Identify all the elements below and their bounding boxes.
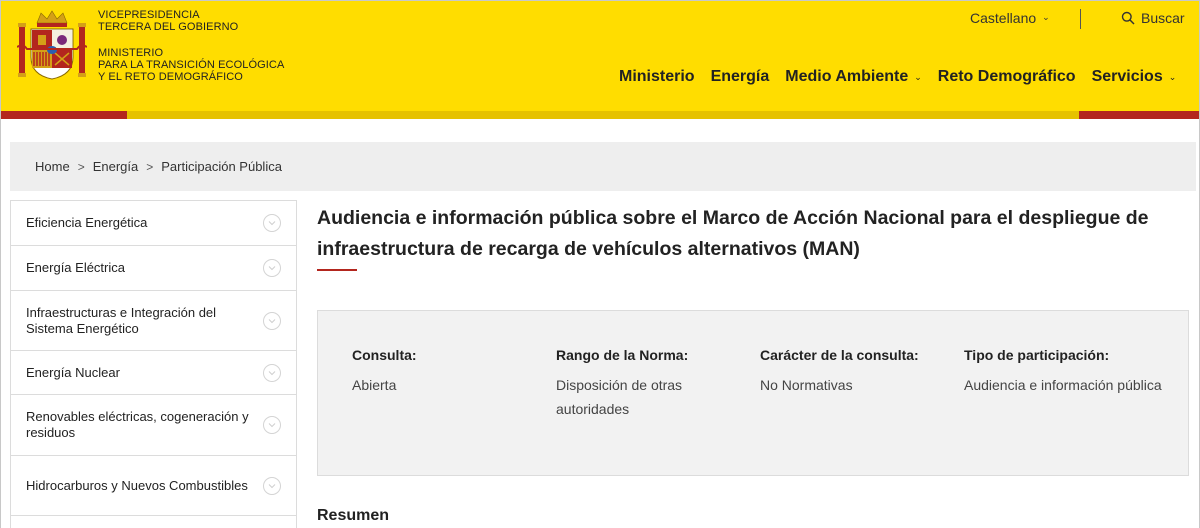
chevron-down-icon[interactable] [263,476,281,495]
accent-red-right [1079,111,1199,119]
sidebar-item-label: Energía Nuclear [26,364,120,380]
nav-item-reto-demografico[interactable]: Reto Demográfico [938,68,1076,86]
consultation-info-box: Consulta: Abierta Rango de la Norma: Dis… [317,310,1189,476]
info-label: Consulta: [352,347,417,363]
title-underline [317,269,357,271]
language-label: Castellano [970,10,1037,26]
search-label: Buscar [1141,10,1185,26]
header-accent-bar [1,111,1199,119]
info-label: Carácter de la consulta: [760,347,919,363]
sidebar-item-label: Hidrocarburos y Nuevos Combustibles [26,477,248,493]
nav-label: Servicios [1091,68,1163,85]
breadcrumb-separator: > [77,159,85,174]
sidebar-item-eficiencia-energetica[interactable]: Eficiencia Energética [11,201,296,246]
nav-item-medio-ambiente[interactable]: Medio Ambiente ⌄ [785,68,922,86]
sidebar-item-label: Infraestructuras e Integración del Siste… [26,304,217,336]
info-field-tipo: Tipo de participación: Audiencia e infor… [964,347,1164,397]
language-selector[interactable]: Castellano ⌄ [970,10,1050,26]
sidebar-item-energia-electrica[interactable]: Energía Eléctrica [11,246,296,291]
chevron-down-icon[interactable] [263,416,281,434]
org-line: Vicepresidencia [98,9,200,21]
breadcrumb-home[interactable]: Home [35,159,70,174]
page-title: Audiencia e información pública sobre el… [317,207,1149,260]
info-label: Tipo de participación: [964,347,1110,363]
sidebar-item-renovables[interactable]: Renovables eléctricas, cogeneración y re… [11,395,296,456]
nav-item-energia[interactable]: Energía [711,68,770,86]
accent-red-left [1,111,127,119]
sidebar-item-label: Energía Eléctrica [26,260,125,275]
search-button[interactable]: Buscar [1121,10,1185,26]
chevron-down-icon: ⌄ [914,71,922,82]
nav-item-ministerio[interactable]: Ministerio [619,68,695,86]
browser-frame: Vicepresidencia Tercera del Gobierno Min… [0,0,1200,528]
nav-label: Medio Ambiente [785,68,909,85]
sidebar-item-energia-nuclear[interactable]: Energía Nuclear [11,351,296,395]
info-field-caracter: Carácter de la consulta: No Normativas [760,347,950,397]
info-field-rango: Rango de la Norma: Disposición de otras … [556,347,716,421]
sidebar-item-hidrocarburos[interactable]: Hidrocarburos y Nuevos Combustibles [11,456,296,516]
sidebar-item-label: Eficiencia Energética [26,215,148,230]
chevron-down-icon[interactable] [263,214,281,232]
main-nav: Ministerio Energía Medio Ambiente ⌄ Reto … [619,68,1176,86]
site-header: Vicepresidencia Tercera del Gobierno Min… [1,1,1199,119]
sidebar-menu: Eficiencia Energética Energía Eléctrica … [10,200,297,528]
info-value: Abierta [352,377,397,393]
org-line: y el Reto Demográfico [98,71,243,83]
sidebar-item-label: Renovables eléctricas, cogeneración y re… [26,409,249,440]
breadcrumb-energia[interactable]: Energía [93,159,139,174]
organization-name[interactable]: Vicepresidencia Tercera del Gobierno Min… [98,9,284,83]
chevron-down-icon: ⌄ [1168,71,1177,82]
breadcrumb-current: Participación Pública [161,159,282,174]
sidebar-item-infraestructuras[interactable]: Infraestructuras e Integración del Siste… [11,291,296,351]
chevron-down-icon[interactable] [263,311,281,330]
breadcrumb: Home > Energía > Participación Pública [10,142,1196,191]
info-field-consulta: Consulta: Abierta [352,347,542,397]
nav-label: Ministerio [619,68,695,85]
info-label: Rango de la Norma: [556,347,689,363]
search-icon [1121,11,1135,25]
nav-item-servicios[interactable]: Servicios ⌄ [1092,68,1177,86]
coat-of-arms-logo[interactable] [17,9,87,83]
info-value: Disposición de otras autoridades [556,377,683,417]
section-heading-resumen: Resumen [317,507,390,524]
chevron-down-icon[interactable] [263,259,281,277]
nav-label: Energía [710,68,770,85]
nav-label: Reto Demográfico [937,68,1076,85]
chevron-down-icon: ⌄ [1042,11,1050,22]
org-line: Tercera del Gobierno [98,21,239,33]
org-line: Ministerio [98,47,164,59]
info-value: No Normativas [760,377,853,393]
chevron-down-icon[interactable] [263,363,281,382]
info-value: Audiencia e información pública [964,377,1162,393]
header-divider [1080,9,1081,29]
org-line: para la Transición Ecológica [98,59,285,71]
breadcrumb-separator: > [146,159,154,174]
